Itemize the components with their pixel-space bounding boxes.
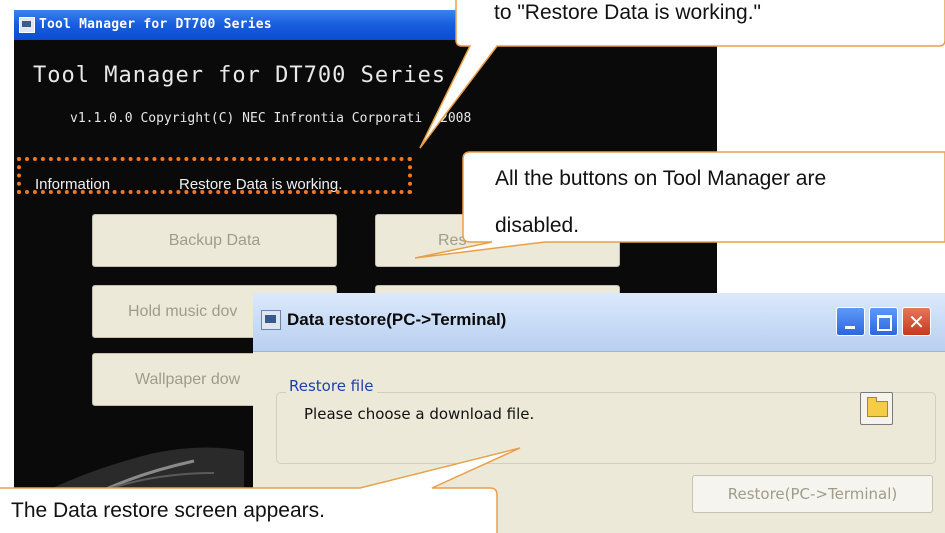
callout-right-line1: All the buttons on Tool Manager are [495,167,827,190]
callout-bottom-text: The Data restore screen appears. [11,499,325,522]
callout-top-text: to "Restore Data is working." [494,1,762,24]
callout-right-line2: disabled. [495,214,580,237]
callout-layer [0,0,945,533]
